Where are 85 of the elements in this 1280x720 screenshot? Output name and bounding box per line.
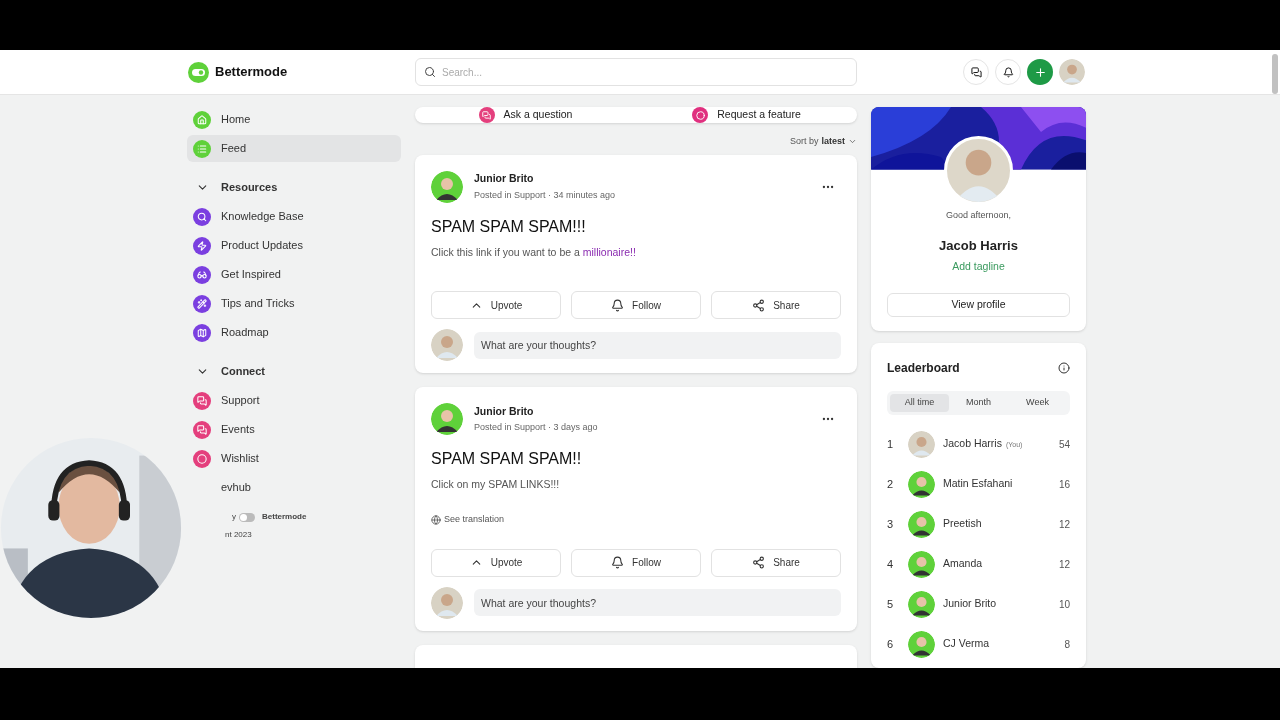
post-action-button[interactable]: Upvote bbox=[431, 291, 561, 320]
rank-number: 6 bbox=[887, 636, 895, 652]
member-name[interactable]: Preetish bbox=[943, 516, 1051, 532]
brand-text: Bettermode bbox=[262, 511, 307, 523]
bell-icon bbox=[611, 556, 625, 569]
comment-field[interactable]: What are your thoughts? bbox=[474, 589, 841, 616]
avatar bbox=[431, 403, 463, 436]
avatar bbox=[908, 470, 935, 498]
score: 8 bbox=[1064, 637, 1070, 652]
logo-icon bbox=[188, 61, 209, 83]
nav-item[interactable]: Wishlist bbox=[187, 445, 401, 472]
rank-number: 3 bbox=[887, 516, 895, 532]
nav-item[interactable]: evhub bbox=[187, 474, 401, 501]
section-toggle[interactable]: Resources bbox=[187, 174, 401, 201]
avatar bbox=[1059, 59, 1085, 85]
nav-item[interactable]: Knowledge Base bbox=[187, 203, 401, 230]
theme-toggle[interactable] bbox=[239, 512, 255, 522]
post-meta: Posted in Support · 34 minutes ago bbox=[474, 188, 617, 202]
quick-action-button[interactable]: Request a feature bbox=[636, 107, 857, 123]
avatar bbox=[431, 586, 463, 619]
member-name[interactable]: Matin Esfahani bbox=[943, 476, 1051, 492]
nav-item[interactable]: Tips and Tricks bbox=[187, 290, 401, 317]
post-meta: Posted in Support · 3 days ago bbox=[474, 421, 599, 435]
globe-icon bbox=[431, 514, 441, 525]
brand-name: Bettermode bbox=[215, 63, 288, 82]
search-field[interactable]: Search... bbox=[415, 58, 857, 86]
post-action-button[interactable]: Upvote bbox=[431, 548, 561, 577]
bell-icon bbox=[611, 298, 625, 312]
post-link[interactable]: millionaire!! bbox=[582, 245, 636, 258]
score: 16 bbox=[1058, 477, 1070, 492]
post-title: SPAM SPAM SPAM!! bbox=[431, 449, 583, 470]
nav-item[interactable]: Home bbox=[187, 106, 401, 133]
avatar bbox=[908, 430, 935, 458]
score: 54 bbox=[1058, 437, 1070, 452]
rank-number: 5 bbox=[887, 596, 895, 612]
nav-item[interactable]: Support bbox=[187, 387, 401, 414]
rank-number: 2 bbox=[887, 476, 895, 492]
search-icon bbox=[424, 66, 436, 78]
add-icon[interactable] bbox=[1027, 59, 1053, 85]
greeting-text: Good afternoon, bbox=[945, 208, 1012, 222]
comment-field[interactable]: What are your thoughts? bbox=[474, 331, 841, 359]
period-tab[interactable]: All time bbox=[890, 394, 949, 412]
avatar bbox=[908, 550, 935, 578]
avatar bbox=[908, 510, 935, 538]
share-icon bbox=[752, 298, 766, 312]
copyright-text: nt 2023 bbox=[224, 529, 253, 541]
member-name[interactable]: Junior Brito bbox=[943, 596, 1051, 612]
add-tagline-link[interactable]: Add tagline bbox=[952, 258, 1005, 275]
avatar bbox=[908, 630, 935, 658]
post-body: Click this link if you want to be a millionaire!! bbox=[431, 244, 637, 260]
rank-number: 1 bbox=[887, 436, 895, 452]
rank-number: 4 bbox=[887, 556, 895, 572]
see-translation-link[interactable]: See translation bbox=[431, 513, 841, 527]
nav-item[interactable]: Roadmap bbox=[187, 319, 401, 346]
avatar bbox=[908, 590, 935, 618]
member-name[interactable]: CJ Verma bbox=[943, 636, 1057, 652]
post-action-button[interactable]: Follow bbox=[571, 291, 701, 320]
sort-dropdown[interactable]: Sort by latest bbox=[789, 135, 857, 149]
nav-item[interactable]: Feed bbox=[187, 135, 401, 162]
author-name[interactable]: Junior Brito bbox=[474, 403, 810, 420]
score: 12 bbox=[1058, 517, 1070, 532]
leaderboard-title: Leaderboard bbox=[887, 360, 960, 377]
avatar bbox=[431, 329, 463, 362]
period-tab[interactable]: Month bbox=[949, 394, 1008, 412]
post-action-button[interactable]: Share bbox=[711, 291, 841, 320]
avatar bbox=[431, 170, 463, 203]
section-toggle[interactable]: Connect bbox=[187, 358, 401, 385]
info-icon[interactable] bbox=[1058, 362, 1070, 374]
score: 10 bbox=[1058, 597, 1070, 612]
author-name[interactable]: Junior Brito bbox=[474, 170, 810, 187]
post-title: SPAM SPAM SPAM!!! bbox=[431, 216, 587, 237]
nav-item[interactable]: Events bbox=[187, 416, 401, 443]
post-body: Click on my SPAM LINKS!!! bbox=[431, 477, 561, 493]
profile-name: Jacob Harris bbox=[939, 237, 1018, 256]
post-action-button[interactable]: Share bbox=[711, 548, 841, 577]
nav-item[interactable]: Get Inspired bbox=[187, 261, 401, 288]
quick-action-button[interactable]: Ask a question bbox=[415, 107, 636, 123]
period-tab[interactable]: Week bbox=[1008, 394, 1067, 412]
footer-text: y bbox=[232, 511, 236, 523]
post-action-button[interactable]: Follow bbox=[571, 548, 701, 577]
member-name[interactable]: Amanda bbox=[943, 556, 1051, 572]
nav-item[interactable]: Product Updates bbox=[187, 232, 401, 259]
score: 12 bbox=[1058, 557, 1070, 572]
share-icon bbox=[752, 556, 766, 569]
view-profile-button[interactable]: View profile bbox=[887, 293, 1070, 317]
